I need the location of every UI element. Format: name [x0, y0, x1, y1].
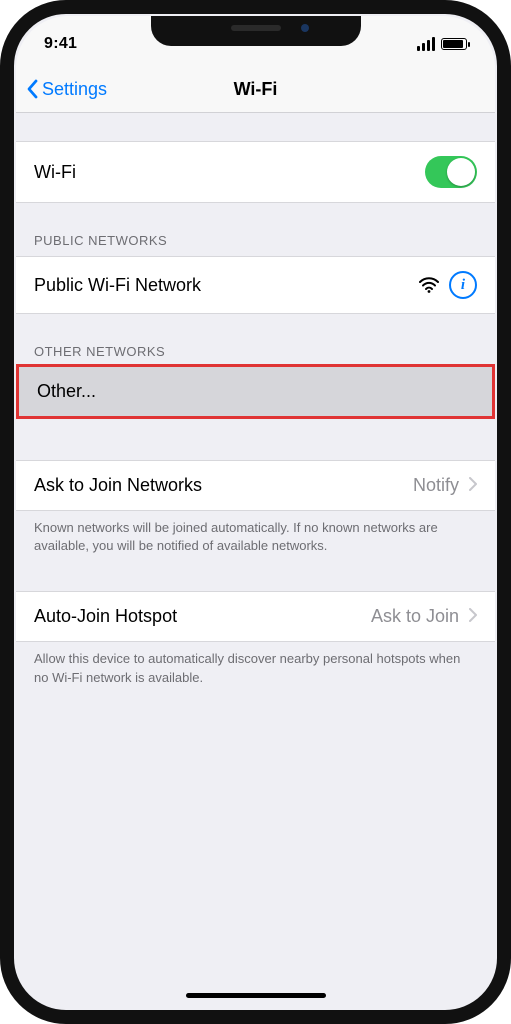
cellular-signal-icon: [417, 37, 435, 51]
mute-switch: [10, 174, 14, 208]
wifi-toggle-label: Wi-Fi: [34, 162, 76, 183]
wifi-signal-icon: [419, 277, 439, 293]
other-network-row[interactable]: Other...: [16, 364, 495, 419]
iphone-frame: 9:41 Settings Wi-Fi Wi-Fi: [0, 0, 511, 1024]
public-networks-header: PUBLIC NETWORKS: [16, 233, 495, 256]
auto-join-hotspot-row[interactable]: Auto-Join Hotspot Ask to Join: [16, 591, 495, 642]
volume-up-button: [10, 224, 14, 286]
network-info-button[interactable]: i: [449, 271, 477, 299]
auto-join-footer: Allow this device to automatically disco…: [16, 642, 495, 686]
network-name: Public Wi-Fi Network: [34, 275, 201, 296]
navigation-bar: Settings Wi-Fi: [16, 66, 495, 113]
other-network-label: Other...: [37, 381, 96, 402]
back-label: Settings: [42, 79, 107, 100]
back-button[interactable]: Settings: [26, 79, 107, 100]
volume-down-button: [10, 300, 14, 362]
auto-join-value: Ask to Join: [371, 606, 459, 627]
ask-to-join-row[interactable]: Ask to Join Networks Notify: [16, 460, 495, 511]
ask-to-join-label: Ask to Join Networks: [34, 475, 202, 496]
battery-icon: [441, 38, 467, 50]
wifi-toggle-row[interactable]: Wi-Fi: [16, 141, 495, 203]
chevron-left-icon: [26, 79, 38, 99]
device-notch: [151, 16, 361, 46]
status-time: 9:41: [44, 35, 77, 53]
power-button: [497, 240, 501, 336]
home-indicator[interactable]: [186, 993, 326, 998]
public-network-row[interactable]: Public Wi-Fi Network i: [16, 256, 495, 314]
chevron-right-icon: [469, 606, 477, 627]
auto-join-label: Auto-Join Hotspot: [34, 606, 177, 627]
ask-to-join-footer: Known networks will be joined automatica…: [16, 511, 495, 555]
ask-to-join-value: Notify: [413, 475, 459, 496]
chevron-right-icon: [469, 475, 477, 496]
wifi-toggle-switch[interactable]: [425, 156, 477, 188]
